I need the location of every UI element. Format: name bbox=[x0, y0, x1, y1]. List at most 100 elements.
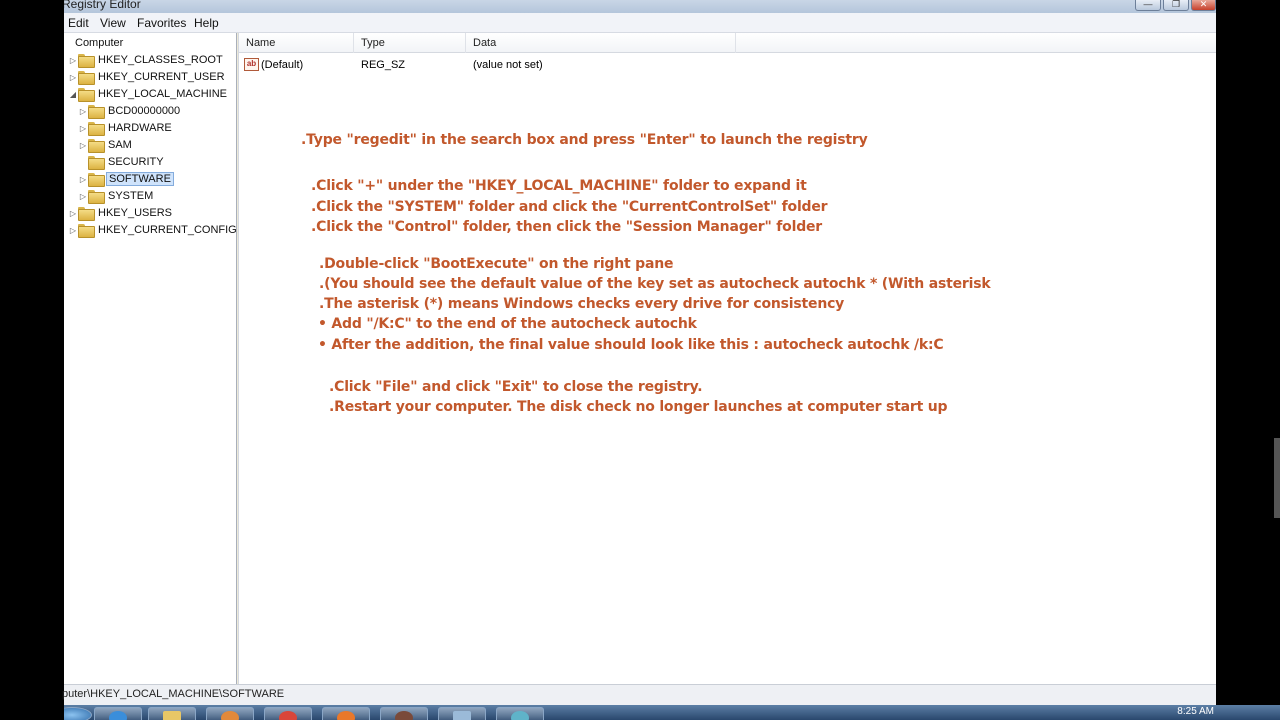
instruction-line: .The asterisk (*) means Windows checks e… bbox=[319, 296, 845, 312]
clock[interactable]: 8:25 AM bbox=[1177, 706, 1214, 717]
key-tree: Computer ▷ HKEY_CLASSES_ROOT ▷ HKEY_CURRENT… bbox=[64, 33, 237, 684]
firefox-icon bbox=[337, 711, 355, 720]
values-pane: Name Type Data ab (Default) REG_SZ (valu… bbox=[238, 33, 1216, 684]
taskbar-tv[interactable] bbox=[380, 707, 428, 720]
expand-icon[interactable]: ▷ bbox=[68, 209, 78, 218]
folder-icon bbox=[88, 139, 105, 153]
instruction-line: .Click "+" under the "HKEY_LOCAL_MACHINE… bbox=[311, 178, 807, 194]
tree-item-label: HKEY_CURRENT_USER bbox=[98, 71, 225, 83]
tree-item-label: Computer bbox=[75, 37, 124, 49]
taskbar-ie[interactable] bbox=[94, 707, 142, 720]
folder-icon bbox=[88, 122, 105, 136]
close-button[interactable]: ✕ bbox=[1191, 0, 1216, 11]
column-name[interactable]: Name bbox=[239, 33, 354, 53]
title-bar: Registry Editor — ❐ ✕ bbox=[64, 0, 1216, 13]
instruction-line: • After the addition, the final value sh… bbox=[318, 337, 944, 353]
expand-icon[interactable]: ▷ bbox=[68, 226, 78, 235]
instruction-line: • Add "/K:C" to the end of the autocheck… bbox=[318, 316, 697, 332]
instruction-line: .Restart your computer. The disk check n… bbox=[329, 399, 948, 415]
registry-editor-window: Registry Editor — ❐ ✕ Edit View Favorite… bbox=[62, 0, 1216, 705]
taskbar-media[interactable] bbox=[206, 707, 254, 720]
folder-icon bbox=[78, 54, 95, 68]
tree-item-label: HKEY_CURRENT_CONFIG bbox=[98, 224, 237, 236]
collapse-icon[interactable]: ◢ bbox=[68, 90, 78, 99]
value-type: REG_SZ bbox=[361, 59, 406, 71]
menu-favorites[interactable]: Favorites bbox=[137, 16, 186, 30]
tree-item-label: SAM bbox=[108, 139, 132, 151]
menu-view[interactable]: View bbox=[100, 16, 126, 30]
tree-item-sam[interactable]: ▷ SAM bbox=[78, 137, 134, 153]
folder-icon bbox=[78, 207, 95, 221]
expand-icon[interactable]: ▷ bbox=[68, 56, 78, 65]
minimize-button[interactable]: — bbox=[1135, 0, 1161, 11]
column-type[interactable]: Type bbox=[354, 33, 466, 53]
tree-root-computer[interactable]: Computer bbox=[64, 35, 125, 51]
expand-icon[interactable]: ▷ bbox=[78, 192, 88, 201]
instruction-line: .Click the "Control" folder, then click … bbox=[311, 219, 823, 235]
taskbar-firefox[interactable] bbox=[322, 707, 370, 720]
tree-item-system[interactable]: ▷ SYSTEM bbox=[78, 188, 155, 204]
instruction-line: .Type "regedit" in the search box and pr… bbox=[301, 132, 868, 148]
expand-icon[interactable]: ▷ bbox=[78, 124, 88, 133]
folder-icon bbox=[88, 105, 105, 119]
folder-icon bbox=[88, 173, 105, 187]
instruction-line: .Double-click "BootExecute" on the right… bbox=[319, 256, 674, 272]
notepad-icon bbox=[453, 711, 471, 720]
folder-icon bbox=[78, 88, 95, 102]
instruction-line: .Click the "SYSTEM" folder and click the… bbox=[311, 199, 828, 215]
tree-item-label: SOFTWARE bbox=[106, 172, 174, 186]
tree-item-label: HKEY_USERS bbox=[98, 207, 172, 219]
taskbar-network[interactable] bbox=[496, 707, 544, 720]
tree-item-label: HKEY_LOCAL_MACHINE bbox=[98, 88, 227, 100]
folder-icon bbox=[88, 156, 105, 170]
status-path: puter\HKEY_LOCAL_MACHINE\SOFTWARE bbox=[62, 688, 285, 700]
column-data[interactable]: Data bbox=[466, 33, 736, 53]
maximize-button[interactable]: ❐ bbox=[1163, 0, 1189, 11]
tree-item-security[interactable]: SECURITY bbox=[78, 154, 166, 170]
tree-item-software[interactable]: ▷ SOFTWARE bbox=[78, 171, 174, 187]
instruction-line: .(You should see the default value of th… bbox=[319, 276, 991, 292]
network-icon bbox=[511, 711, 529, 720]
column-header: Name Type Data bbox=[239, 33, 1216, 53]
taskbar: 8:25 AM bbox=[64, 705, 1280, 720]
folder-icon bbox=[88, 190, 105, 204]
tree-item-hardware[interactable]: ▷ HARDWARE bbox=[78, 120, 174, 136]
tree-item-label: BCD00000000 bbox=[108, 105, 181, 117]
folder-icon bbox=[78, 224, 95, 238]
start-orb[interactable] bbox=[64, 707, 92, 720]
tree-item-hkey-classes-root[interactable]: ▷ HKEY_CLASSES_ROOT bbox=[68, 52, 225, 68]
window-title: Registry Editor bbox=[64, 0, 141, 11]
instruction-line: .Click "File" and click "Exit" to close … bbox=[329, 379, 703, 395]
value-row-default[interactable]: ab (Default) REG_SZ (value not set) bbox=[239, 56, 1216, 74]
string-value-icon: ab bbox=[244, 58, 259, 71]
tree-item-label: HKEY_CLASSES_ROOT bbox=[98, 54, 223, 66]
screen-scrollbar[interactable] bbox=[1274, 438, 1280, 518]
folder-icon bbox=[163, 711, 181, 720]
media-icon bbox=[221, 711, 239, 720]
expand-icon[interactable]: ▷ bbox=[78, 107, 88, 116]
value-data: (value not set) bbox=[473, 59, 543, 71]
taskbar-explorer[interactable] bbox=[148, 707, 196, 720]
taskbar-chrome[interactable] bbox=[264, 707, 312, 720]
tree-item-label: SECURITY bbox=[108, 156, 164, 168]
menu-edit[interactable]: Edit bbox=[68, 16, 89, 30]
tree-item-label: SYSTEM bbox=[108, 190, 154, 202]
expand-icon[interactable]: ▷ bbox=[68, 73, 78, 82]
tree-item-hkey-current-user[interactable]: ▷ HKEY_CURRENT_USER bbox=[68, 69, 227, 85]
tree-item-label: HARDWARE bbox=[108, 122, 172, 134]
taskbar-notepad[interactable] bbox=[438, 707, 486, 720]
tree-item-hkey-local-machine[interactable]: ◢ HKEY_LOCAL_MACHINE bbox=[68, 86, 229, 102]
tree-item-hkey-users[interactable]: ▷ HKEY_USERS bbox=[68, 205, 174, 221]
folder-icon bbox=[78, 71, 95, 85]
expand-icon[interactable]: ▷ bbox=[78, 175, 88, 184]
tree-item-bcd00000000[interactable]: ▷ BCD00000000 bbox=[78, 103, 182, 119]
tv-icon bbox=[395, 711, 413, 720]
chrome-icon bbox=[279, 711, 297, 720]
expand-icon[interactable]: ▷ bbox=[78, 141, 88, 150]
status-bar: puter\HKEY_LOCAL_MACHINE\SOFTWARE bbox=[62, 684, 1216, 705]
menu-help[interactable]: Help bbox=[194, 16, 219, 30]
menu-bar: Edit View Favorites Help bbox=[64, 13, 1216, 33]
value-name: (Default) bbox=[261, 59, 304, 71]
tree-item-hkey-current-config[interactable]: ▷ HKEY_CURRENT_CONFIG bbox=[68, 222, 239, 238]
ie-icon bbox=[109, 711, 127, 720]
